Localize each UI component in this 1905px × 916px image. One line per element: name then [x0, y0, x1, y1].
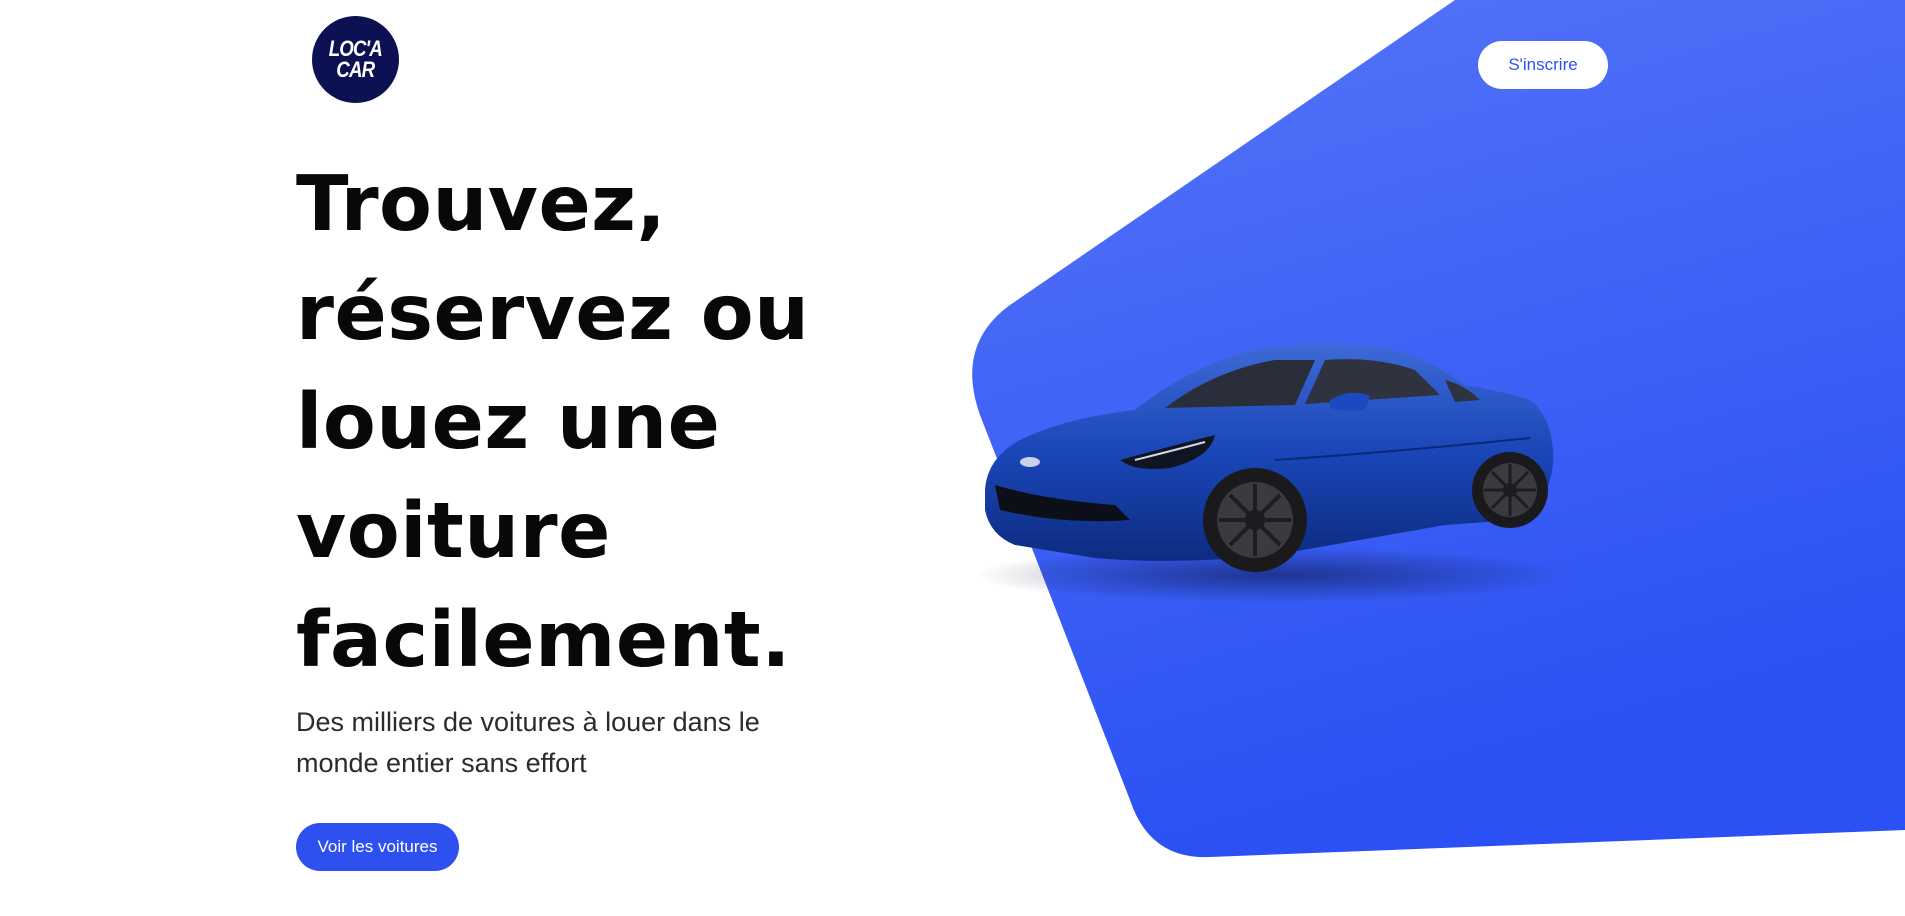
hero-title-line: louez une	[296, 378, 721, 467]
hero-title-line: voiture	[296, 487, 611, 576]
hero-title-line: facilement.	[296, 596, 791, 685]
hero-title-line: réservez ou	[296, 269, 810, 358]
hero-background-shape	[972, 0, 1905, 858]
view-cars-button[interactable]: Voir les voitures	[296, 823, 459, 871]
logo-line-2: CAR	[336, 56, 376, 82]
hero-subtitle-line: Des milliers de voitures à louer dans le	[296, 707, 760, 737]
logo[interactable]: LOC'A CAR	[312, 16, 399, 103]
hero-subtitle: Des milliers de voitures à louer dans le…	[296, 702, 796, 784]
hero-title: Trouvez, réservez ou louez une voiture f…	[296, 150, 856, 695]
hero-title-line: Trouvez,	[296, 160, 667, 249]
car-image	[975, 343, 1575, 603]
logo-text: LOC'A CAR	[329, 37, 383, 82]
signup-button[interactable]: S'inscrire	[1478, 41, 1608, 89]
hero-subtitle-line: monde entier sans effort	[296, 748, 587, 778]
